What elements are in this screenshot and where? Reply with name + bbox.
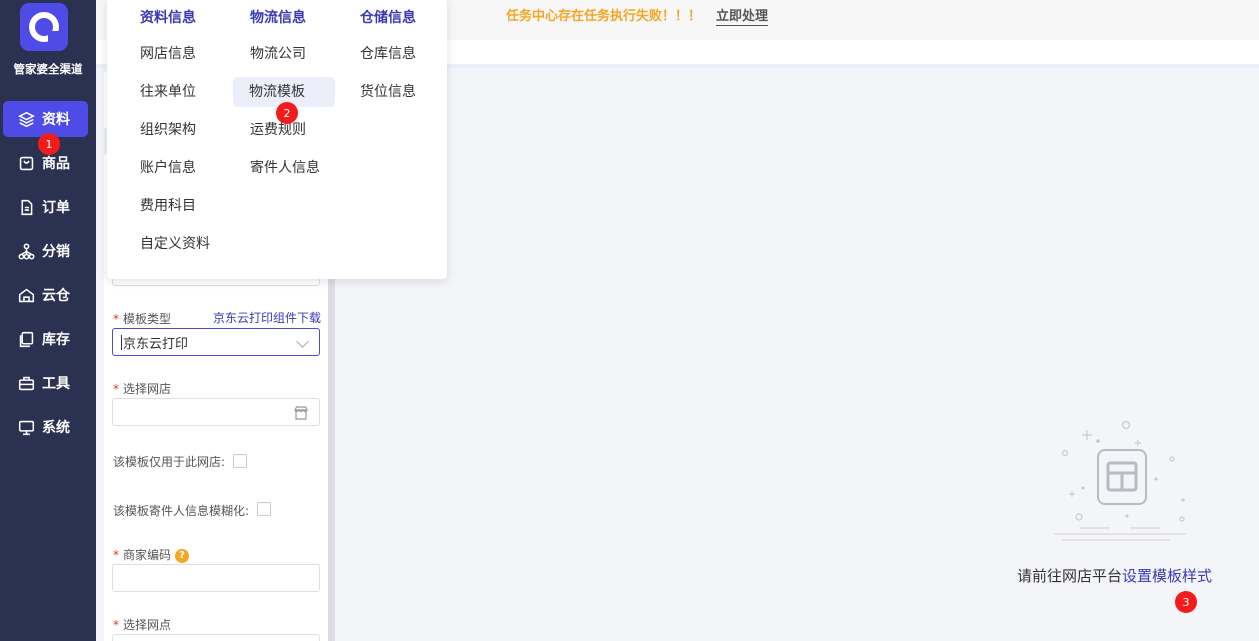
document-icon (17, 198, 35, 216)
store-label: * 选择网店 (113, 382, 172, 396)
download-component-link[interactable]: 京东云打印组件下载 (213, 309, 321, 326)
menu-item-store-info[interactable]: 网店信息 (124, 39, 212, 69)
blur-sender-label: 该模板寄件人信息模糊化: (113, 504, 250, 518)
menu-heading-logistics-info: 物流信息 (250, 10, 306, 26)
nav-label: 云仓 (42, 288, 70, 304)
stack-icon (17, 330, 35, 348)
only-this-store-checkbox[interactable] (233, 454, 247, 468)
warehouse-icon (17, 286, 35, 304)
step-badge-2: 2 (276, 102, 298, 124)
blur-sender-checkbox[interactable] (257, 502, 271, 516)
nav-label: 商品 (42, 156, 70, 172)
main-content (335, 72, 1259, 641)
menu-item-logistics-company[interactable]: 物流公司 (234, 39, 322, 69)
layers-icon (17, 110, 35, 128)
empty-state-message: 请前往网店平台设置模板样式 (1017, 567, 1213, 585)
step-badge-1: 1 (38, 133, 60, 155)
bag-icon (17, 154, 35, 172)
menu-item-expense-subjects[interactable]: 费用科目 (124, 191, 212, 221)
template-type-select[interactable]: 京东云打印 (112, 328, 320, 356)
template-type-label: * 模板类型 (113, 312, 172, 326)
store-icon (293, 405, 309, 425)
menu-item-location-info[interactable]: 货位信息 (344, 77, 432, 107)
merchant-code-label: * 商家编码? (113, 546, 190, 563)
nav-item-data[interactable]: 资料 (3, 101, 88, 137)
network-icon (17, 242, 35, 260)
store-select[interactable] (112, 398, 320, 426)
nav-item-cloud-warehouse[interactable]: 云仓 (3, 277, 88, 313)
handle-now-link[interactable]: 立即处理 (716, 5, 769, 26)
nav-item-orders[interactable]: 订单 (3, 189, 88, 225)
step-badge-3: 3 (1175, 591, 1197, 613)
merchant-code-input[interactable] (112, 564, 320, 592)
monitor-icon (17, 418, 35, 436)
outlet-select[interactable] (112, 634, 320, 641)
template-type-value: 京东云打印 (123, 336, 189, 352)
nav-item-system[interactable]: 系统 (3, 409, 88, 445)
brand-name: 管家婆全渠道 (13, 62, 83, 76)
menu-item-warehouse-info[interactable]: 仓库信息 (344, 39, 432, 69)
nav-label: 库存 (42, 332, 70, 348)
nav-item-inventory[interactable]: 库存 (3, 321, 88, 357)
menu-item-sender-info[interactable]: 寄件人信息 (234, 153, 336, 183)
menu-item-custom-data[interactable]: 自定义资料 (124, 229, 226, 259)
sidebar: 管家婆全渠道 资料 商品 订单 分销 云仓 库存 工具 系统 (0, 0, 96, 641)
menu-heading-data-info: 资料信息 (140, 10, 196, 26)
empty-template-illustration (1054, 420, 1186, 541)
app-logo (20, 3, 68, 51)
nav-label: 订单 (42, 200, 70, 216)
menu-item-account-info[interactable]: 账户信息 (124, 153, 212, 183)
nav-item-distribution[interactable]: 分销 (3, 233, 88, 269)
menu-item-org-structure[interactable]: 组织架构 (124, 115, 212, 145)
toolbox-icon (17, 374, 35, 392)
nav-label: 分销 (42, 244, 70, 260)
only-this-store-label: 该模板仅用于此网店: (113, 455, 226, 469)
set-template-style-link[interactable]: 设置模板样式 (1122, 567, 1212, 585)
menu-item-partners[interactable]: 往来单位 (124, 77, 212, 107)
nav-label: 资料 (42, 112, 70, 128)
nav-label: 系统 (42, 420, 70, 436)
data-menu-dropdown: 资料信息 物流信息 仓储信息 网店信息 往来单位 组织架构 账户信息 费用科目 … (107, 0, 447, 279)
chevron-down-icon (296, 335, 309, 348)
outlet-label: * 选择网点 (113, 618, 172, 632)
task-warning: 任务中心存在任务执行失败！！！ (506, 9, 702, 24)
nav-label: 工具 (42, 376, 70, 392)
menu-heading-storage-info: 仓储信息 (360, 10, 416, 26)
nav-item-tools[interactable]: 工具 (3, 365, 88, 401)
help-icon[interactable]: ? (175, 548, 190, 563)
